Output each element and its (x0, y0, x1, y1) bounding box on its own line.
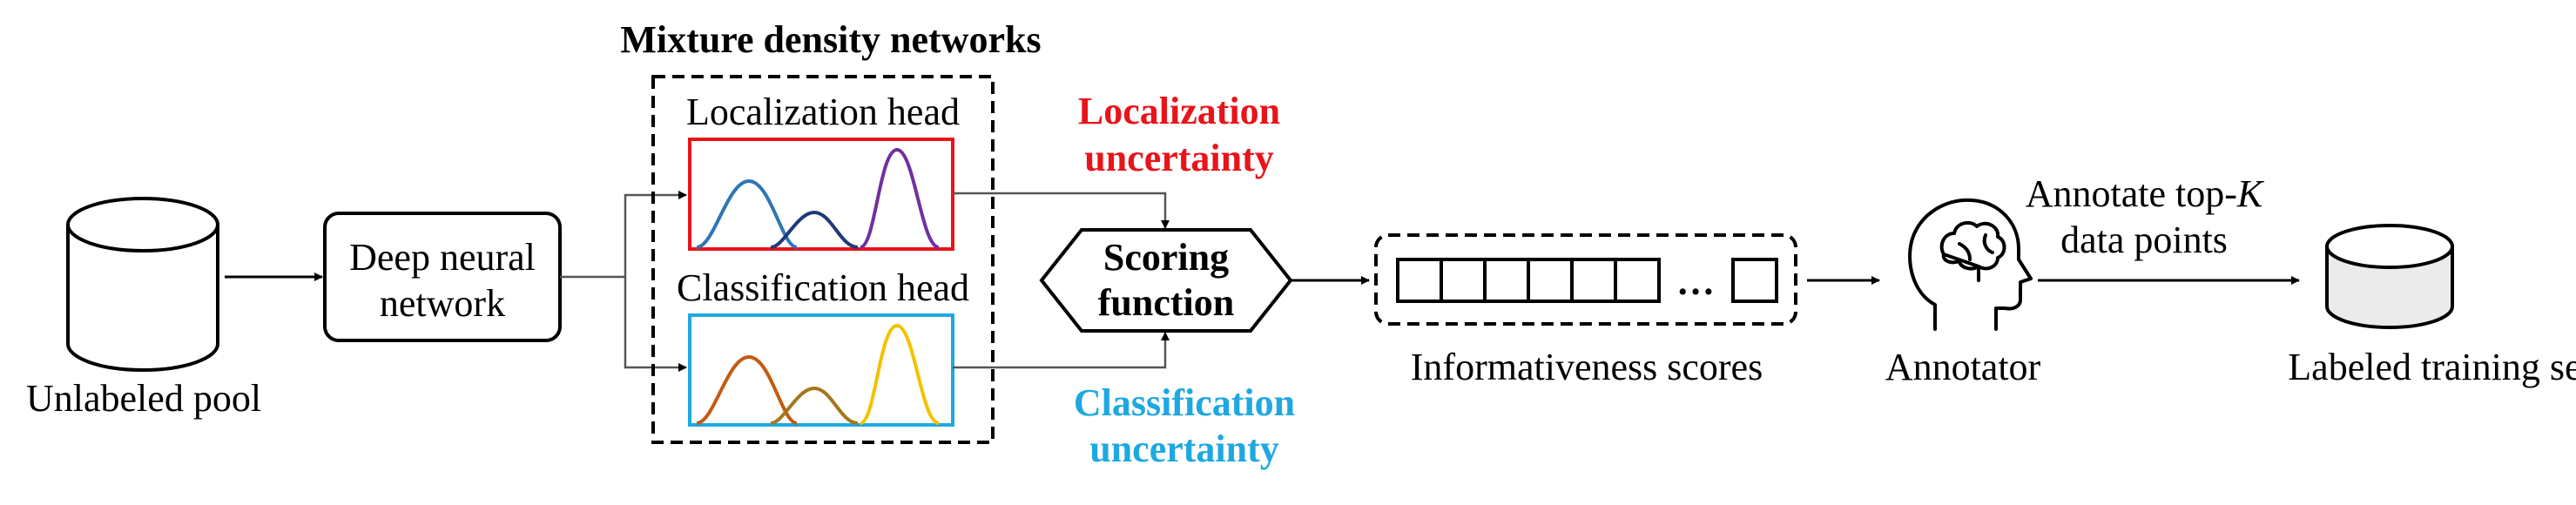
scoring-label-line1: Scoring (1103, 236, 1229, 279)
dnn-label-line2: network (380, 282, 505, 325)
arrow-loc-to-scoring (953, 192, 1170, 229)
annotate-prefix: Annotate top- (2026, 172, 2237, 215)
annotate-label-line2: data points (2060, 219, 2228, 261)
score-cell (1570, 258, 1617, 303)
annotate-k: K (2236, 172, 2265, 215)
scores-ellipsis: … (1676, 260, 1715, 303)
score-cells (1396, 258, 1778, 303)
loc-head-label: Localization head (686, 91, 960, 133)
loc-uncertainty-line1: Localization (1078, 90, 1280, 132)
dnn-label-line1: Deep neural (349, 236, 536, 279)
labeled-set-database-icon (2325, 224, 2454, 329)
arrow-cls-to-scoring (953, 332, 1170, 369)
scoring-label-line2: function (1098, 281, 1234, 324)
mdn-active-learning-diagram: Unlabeled pool Deep neural network Mixtu… (26, 18, 2576, 470)
head-brain-icon (1908, 198, 2033, 331)
labeled-set-label: Labeled training set (2288, 346, 2576, 388)
informativeness-label: Informativeness scores (1411, 346, 1763, 388)
cls-uncertainty-line2: uncertainty (1089, 428, 1279, 470)
annotate-label-line1: Annotate top-K (2026, 172, 2265, 215)
loc-uncertainty-line2: uncertainty (1084, 137, 1274, 179)
loc-head-plot-box (688, 138, 954, 251)
score-cell-last (1731, 258, 1778, 303)
unlabeled-pool-label: Unlabeled pool (26, 377, 261, 420)
mdn-title: Mixture density networks (620, 18, 1041, 61)
arrow-to-loc-head (624, 191, 687, 277)
score-cell (1440, 258, 1487, 303)
score-cell (1396, 258, 1443, 303)
cls-head-label: Classification head (677, 266, 969, 309)
cls-uncertainty-line1: Classification (1074, 381, 1295, 424)
score-cell (1527, 258, 1574, 303)
cls-head-plot-box (688, 313, 954, 427)
score-cell (1483, 258, 1530, 303)
annotator-label: Annotator (1885, 346, 2041, 388)
unlabeled-pool-database-icon (66, 197, 219, 372)
score-cell (1614, 258, 1661, 303)
